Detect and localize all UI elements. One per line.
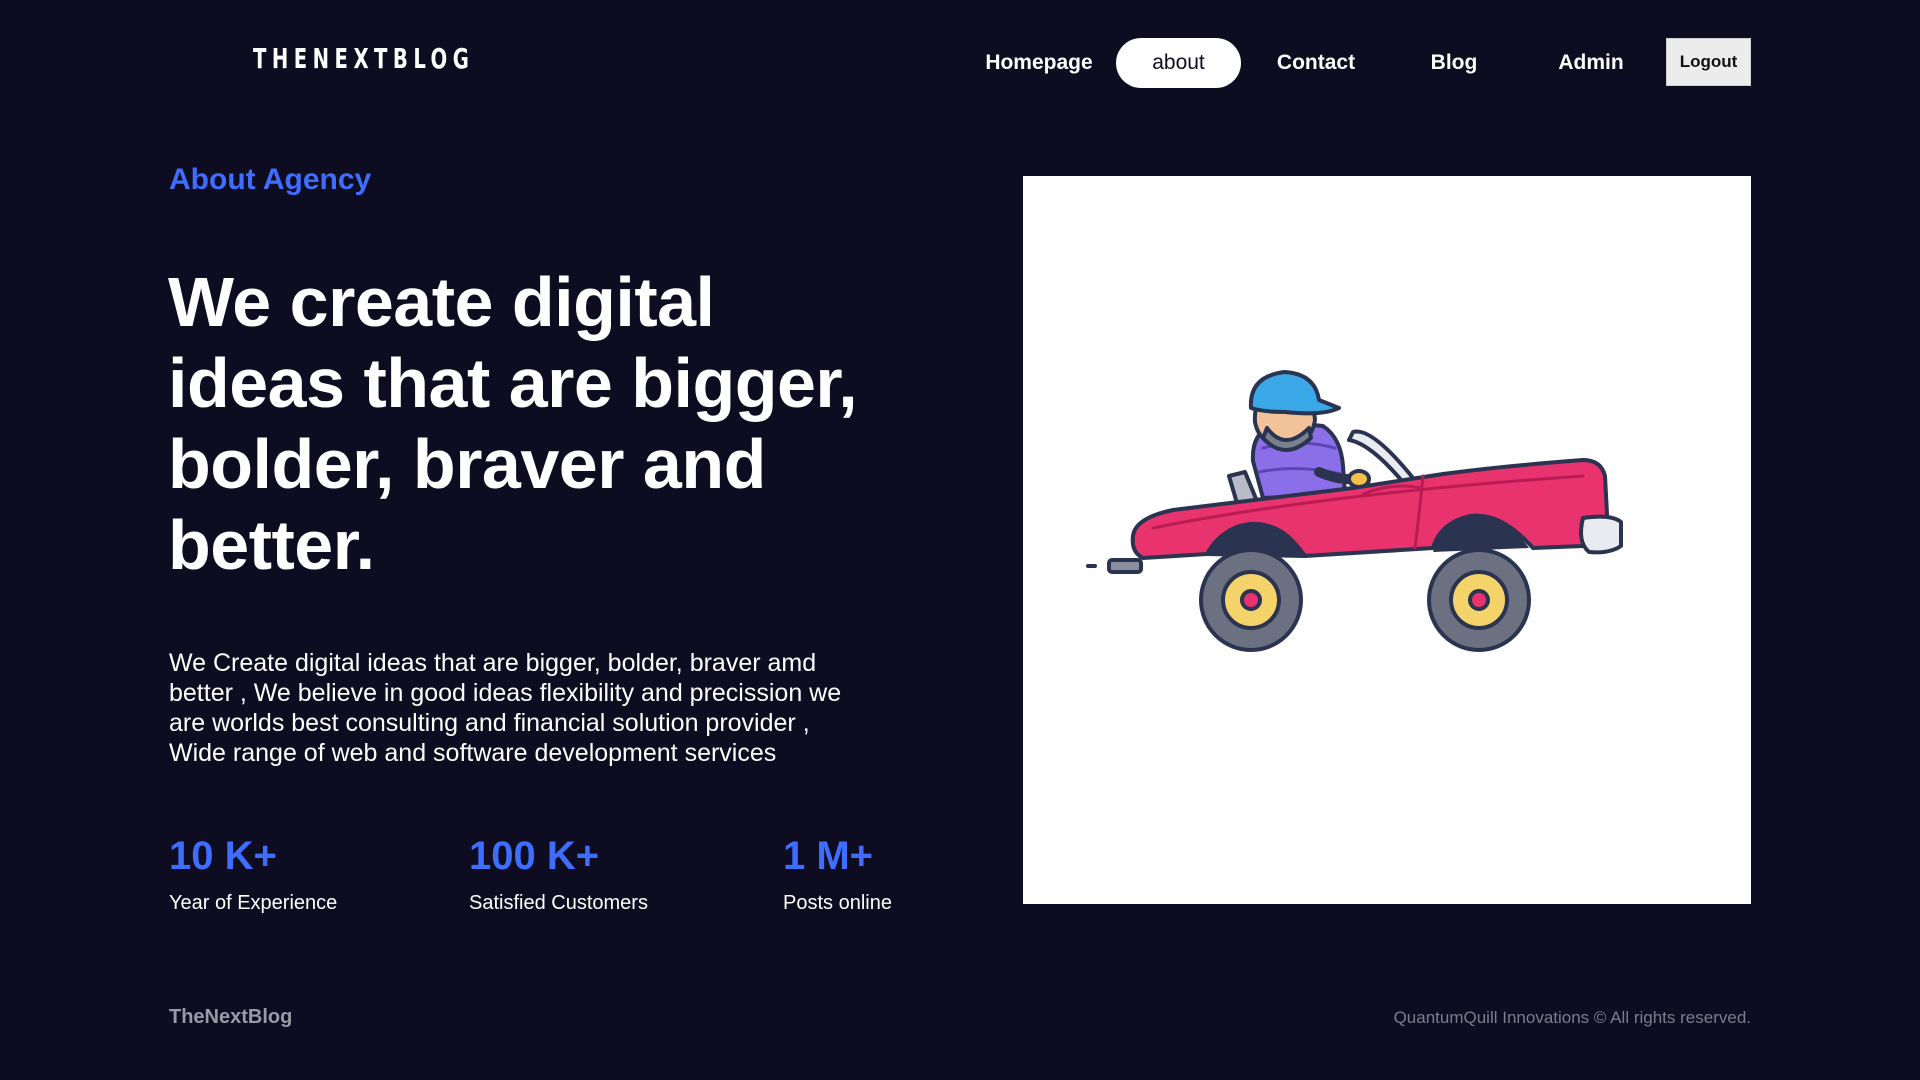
page-headline: We create digital ideas that are bigger,… — [168, 262, 908, 586]
paragraph-line: Wide range of web and software developme… — [169, 739, 777, 767]
logout-button[interactable]: Logout — [1666, 38, 1751, 86]
stat-value: 1 M+ — [783, 834, 874, 878]
nav-blog[interactable]: Blog — [1400, 38, 1508, 88]
stat-posts: 1 M+ Posts online — [783, 832, 892, 915]
stat-value: 100 K+ — [469, 834, 600, 878]
main-nav: Homepage about Contact Blog Admin — [0, 38, 1920, 88]
stat-experience: 10 K+ Year of Experience — [169, 832, 337, 915]
car-driver-illustration — [1086, 370, 1623, 652]
headline-line: We create digital — [168, 263, 715, 341]
headline-line: better. — [168, 506, 375, 584]
paragraph-line: are worlds best consulting and financial… — [169, 709, 810, 737]
stat-label: Posts online — [783, 892, 892, 914]
hero-illustration — [1023, 176, 1751, 904]
section-kicker: About Agency — [169, 163, 372, 196]
stat-customers: 100 K+ Satisfied Customers — [469, 832, 648, 915]
footer-brand[interactable]: TheNextBlog — [169, 1006, 292, 1029]
stat-label: Satisfied Customers — [469, 892, 648, 914]
stat-label: Year of Experience — [169, 892, 338, 914]
nav-contact[interactable]: Contact — [1262, 38, 1370, 88]
footer-copyright: QuantumQuill Innovations © All rights re… — [1393, 1008, 1751, 1027]
nav-about[interactable]: about — [1116, 38, 1241, 88]
headline-line: bolder, braver and — [168, 425, 766, 503]
stat-value: 10 K+ — [169, 834, 277, 878]
nav-admin[interactable]: Admin — [1537, 38, 1645, 88]
paragraph-line: We Create digital ideas that are bigger,… — [169, 649, 817, 677]
headline-line: ideas that are bigger, — [168, 344, 858, 422]
about-page: THENEXTBLOG Homepage about Contact Blog … — [0, 0, 1920, 1080]
intro-paragraph: We Create digital ideas that are bigger,… — [169, 648, 899, 768]
paragraph-line: better , We believe in good ideas flexib… — [169, 679, 842, 707]
nav-homepage[interactable]: Homepage — [974, 38, 1104, 88]
